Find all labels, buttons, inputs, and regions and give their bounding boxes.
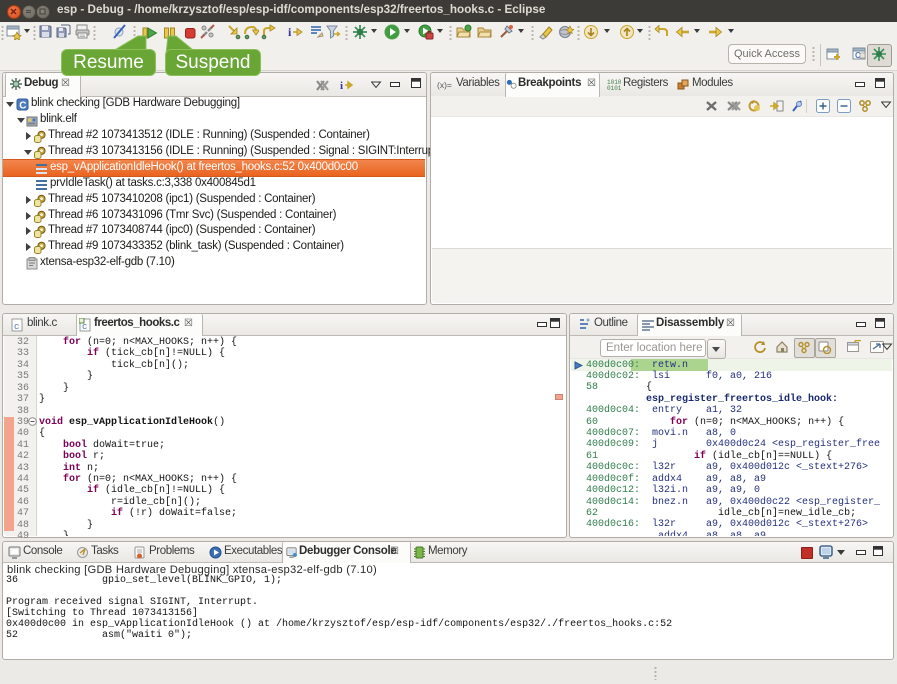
svg-text:(x)=: (x)= xyxy=(437,80,452,90)
svg-text:i: i xyxy=(340,80,343,91)
svg-text:C: C xyxy=(19,101,26,112)
svg-text:c: c xyxy=(14,322,19,332)
svg-text:i: i xyxy=(288,25,292,39)
svg-text:0101: 0101 xyxy=(607,85,621,91)
